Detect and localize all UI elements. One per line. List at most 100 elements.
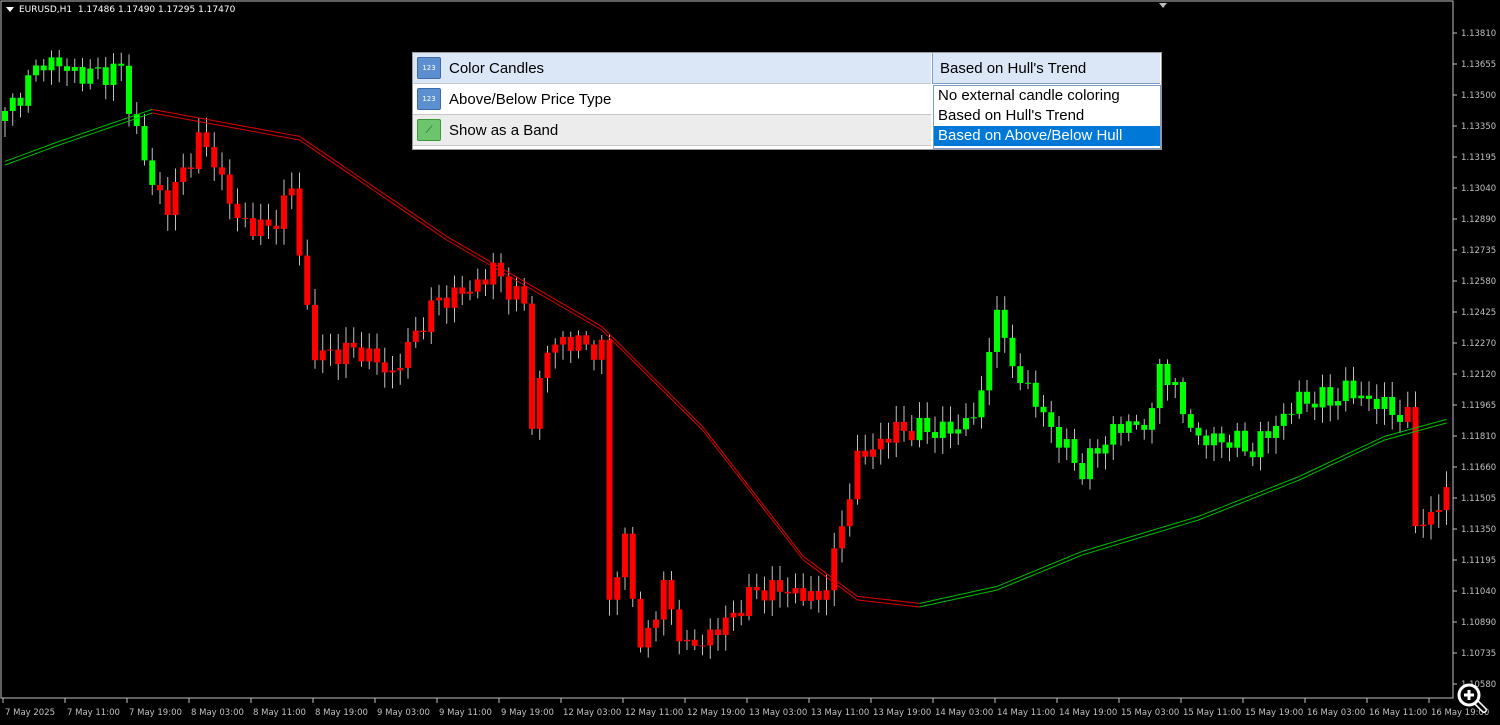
candle-body: [660, 580, 667, 620]
zoom-magnifier-icon[interactable]: [1457, 683, 1487, 713]
candle-body: [676, 609, 683, 642]
hull-ma-segment: [1275, 482, 1284, 487]
hull-ma-segment: [1368, 443, 1377, 448]
candle-body: [839, 526, 845, 549]
hull-ma-segment: [245, 129, 254, 132]
hull-ma-segment: [911, 605, 920, 608]
option-hull-trend[interactable]: Based on Hull's Trend: [934, 106, 1160, 126]
hull-ma-segment: [1004, 579, 1013, 584]
hull-ma-segment: [152, 112, 161, 115]
param-label: Color Candles: [449, 59, 545, 77]
hull-ma-segment: [1330, 461, 1339, 466]
hull-ma-segment: [1082, 552, 1091, 556]
hull-ma-segment: [927, 599, 936, 603]
hull-ma-segment: [1074, 550, 1083, 556]
hull-ma-segment: [82, 130, 91, 134]
candle-body: [1242, 430, 1248, 452]
candle-body: [614, 577, 621, 600]
hull-ma-segment: [252, 127, 261, 130]
price-label: 1.11965: [1461, 401, 1496, 411]
hull-ma-segment: [601, 326, 610, 335]
hull-ma-segment: [1020, 576, 1029, 581]
hull-ma-segment: [1089, 546, 1098, 550]
candle-body: [1234, 430, 1241, 448]
hull-ma-segment: [59, 138, 68, 142]
hull-ma-segment: [1275, 485, 1284, 490]
hull-ma-segment: [950, 594, 959, 598]
hull-ma-segment: [121, 116, 130, 121]
hull-ma-segment: [1027, 570, 1036, 575]
hull-ma-segment: [1423, 426, 1432, 430]
hull-ma-segment: [97, 128, 106, 133]
candle-body: [994, 309, 1000, 352]
hull-ma-segment: [51, 140, 60, 145]
candle-body: [451, 287, 458, 308]
param-label: Show as a Band: [449, 121, 559, 139]
candle-body: [250, 218, 256, 236]
hull-ma-segment: [671, 398, 680, 408]
candle-body: [591, 344, 597, 360]
param-row-show-band[interactable]: ⟋ Show as a Band: [413, 115, 931, 146]
option-no-coloring[interactable]: No external candle coloring: [934, 86, 1160, 106]
candle-body: [1381, 396, 1388, 409]
hull-ma-segment: [66, 135, 75, 140]
hull-ma-segment: [113, 123, 122, 127]
hull-ma-segment: [1167, 522, 1176, 527]
hull-ma-segment: [632, 356, 641, 366]
candle-body: [1125, 421, 1132, 433]
hull-ma-segment: [183, 118, 192, 121]
candle-body: [1180, 381, 1186, 415]
candle-body: [575, 335, 582, 351]
candle-body: [699, 645, 706, 647]
hull-ma-segment: [973, 592, 982, 596]
candle-body: [366, 348, 373, 362]
hull-ma-segment: [1167, 526, 1176, 530]
hull-ma-segment: [105, 122, 114, 126]
hull-ma-segment: [1198, 516, 1207, 521]
candle-body: [808, 591, 814, 601]
hull-ma-segment: [276, 135, 285, 138]
param-row-price-type[interactable]: 123 Above/Below Price Type: [413, 84, 931, 115]
candle-body: [924, 417, 931, 433]
candle-body: [684, 639, 690, 642]
hull-ma-segment: [663, 387, 672, 396]
option-above-below-hull[interactable]: Based on Above/Below Hull: [934, 126, 1160, 146]
candle-body: [1118, 424, 1124, 433]
hull-ma-segment: [74, 132, 83, 137]
candle-body: [219, 167, 225, 175]
candle-body: [986, 351, 993, 391]
candle-body: [645, 627, 652, 648]
hull-ma-segment: [159, 113, 168, 117]
hull-ma-segment: [865, 600, 874, 603]
chart-shift-marker-icon[interactable]: [1159, 3, 1167, 8]
hull-ma-segment: [35, 150, 44, 155]
time-label: 12 May 03:00: [563, 708, 621, 718]
hull-ma-segment: [1151, 531, 1160, 535]
candle-body: [87, 68, 94, 84]
candle-body: [1327, 387, 1334, 406]
candle-body: [637, 598, 644, 648]
param-row-color-candles[interactable]: 123 Color Candles: [413, 53, 931, 84]
hull-ma-segment: [1004, 583, 1013, 588]
candle-body: [1257, 431, 1264, 458]
hull-ma-segment: [1120, 540, 1129, 544]
hull-ma-segment: [896, 603, 905, 606]
candle-body: [529, 303, 535, 429]
hull-ma-segment: [663, 391, 672, 400]
hull-ma-segment: [1159, 525, 1168, 529]
price-label: 1.12270: [1461, 339, 1496, 349]
hull-ma-segment: [888, 603, 897, 605]
price-label: 1.13810: [1461, 29, 1496, 39]
candle-body: [350, 342, 357, 348]
candle-body: [1079, 462, 1086, 480]
hull-ma-segment: [1299, 475, 1308, 481]
candle-body: [389, 370, 396, 373]
dropdown-triangle-icon[interactable]: [6, 7, 14, 12]
color-candles-select[interactable]: Based on Hull's Trend: [932, 53, 1160, 84]
candle-body: [1156, 363, 1163, 409]
candle-body: [792, 588, 799, 594]
candle-body: [567, 336, 574, 351]
candle-body: [1009, 337, 1016, 367]
hull-ma-segment: [1244, 494, 1253, 499]
hull-ma-segment: [221, 121, 230, 125]
